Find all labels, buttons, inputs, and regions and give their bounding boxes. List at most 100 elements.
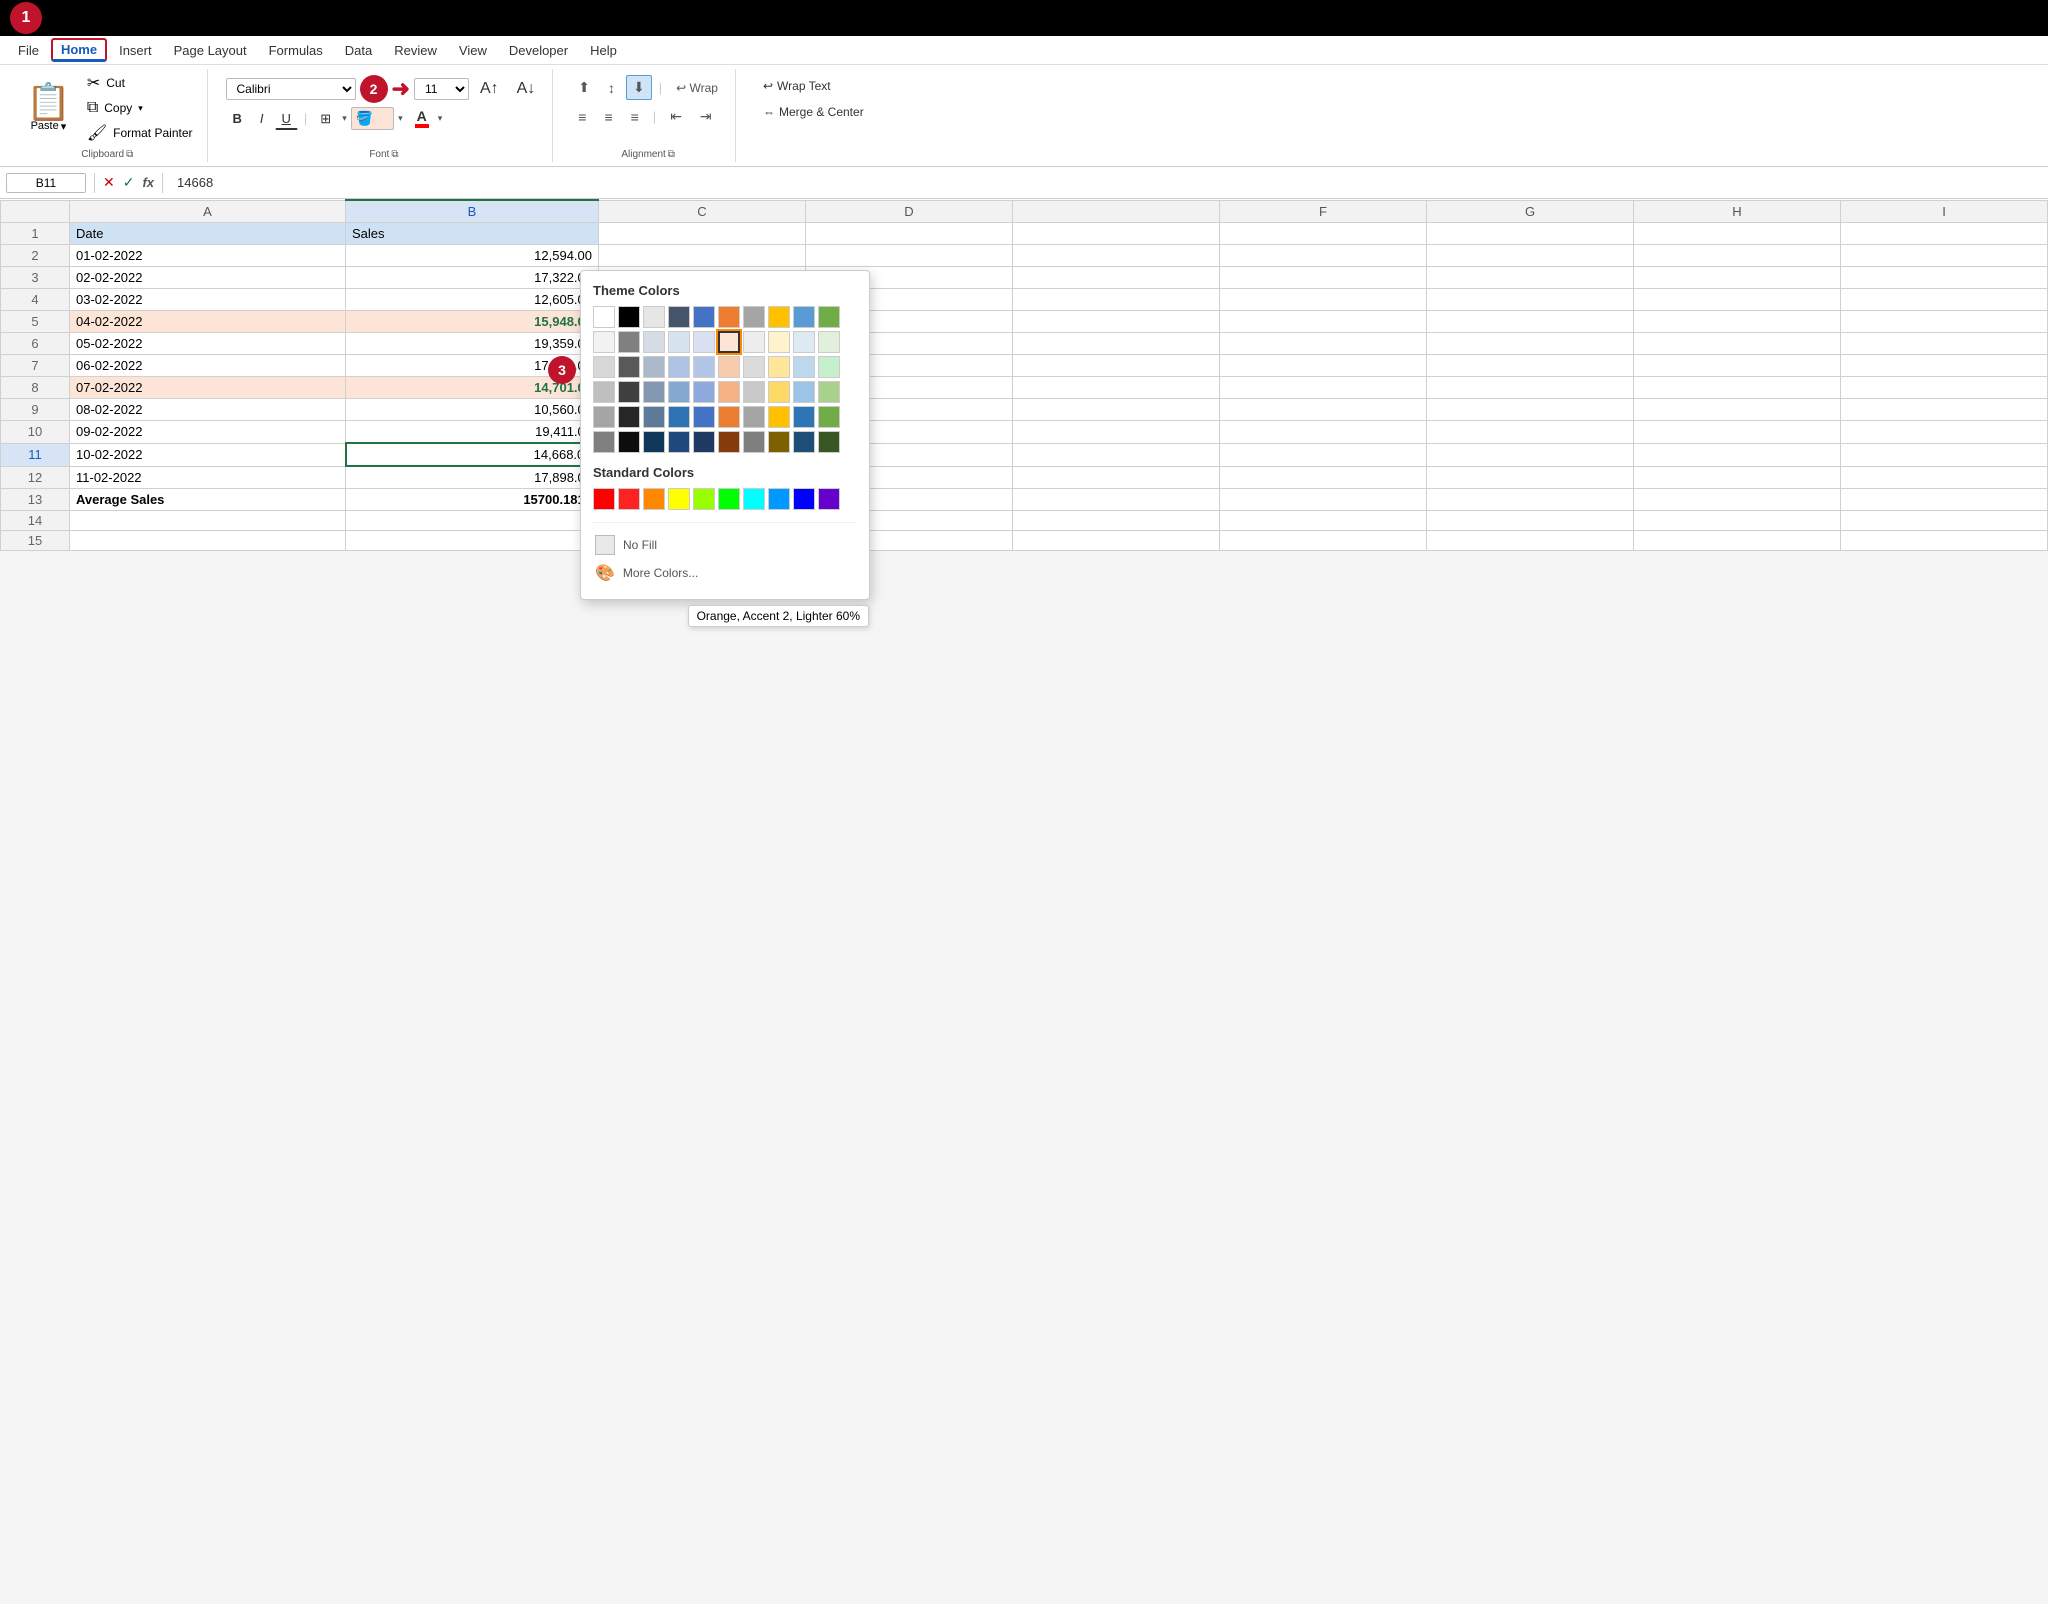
cell-B5[interactable]: 15,948.00 bbox=[346, 311, 599, 333]
col-header-F[interactable]: F bbox=[1220, 200, 1427, 223]
theme-swatch-1-5[interactable] bbox=[718, 331, 740, 353]
decrease-font-size-button[interactable]: A↓ bbox=[510, 77, 543, 101]
theme-swatch-0-7[interactable] bbox=[768, 306, 790, 328]
merge-center-btn[interactable]: ⇔ Merge & Center bbox=[754, 101, 873, 123]
menu-file[interactable]: File bbox=[8, 39, 49, 62]
theme-swatch-5-6[interactable] bbox=[743, 431, 765, 453]
cell-E5[interactable] bbox=[1013, 311, 1220, 333]
theme-swatch-1-8[interactable] bbox=[793, 331, 815, 353]
cell-A11[interactable]: 10-02-2022 bbox=[70, 443, 346, 466]
cell-A9[interactable]: 08-02-2022 bbox=[70, 399, 346, 421]
theme-swatch-2-2[interactable] bbox=[643, 356, 665, 378]
cell-E7[interactable] bbox=[1013, 355, 1220, 377]
theme-swatch-4-6[interactable] bbox=[743, 406, 765, 428]
increase-font-size-button[interactable]: A↑ bbox=[473, 77, 506, 101]
cell-A13[interactable]: Average Sales bbox=[70, 489, 346, 511]
align-middle-button[interactable]: ↕ bbox=[601, 76, 622, 100]
cell-F13[interactable] bbox=[1220, 489, 1427, 511]
alignment-expand-icon[interactable]: ⧉ bbox=[668, 149, 675, 160]
theme-swatch-4-8[interactable] bbox=[793, 406, 815, 428]
theme-swatch-0-0[interactable] bbox=[593, 306, 615, 328]
cell-G6[interactable] bbox=[1427, 333, 1634, 355]
border-dropdown[interactable]: ▾ bbox=[342, 113, 347, 124]
cell-G11[interactable] bbox=[1427, 443, 1634, 466]
cell-I2[interactable] bbox=[1841, 245, 2048, 267]
theme-swatch-2-7[interactable] bbox=[768, 356, 790, 378]
theme-swatch-3-9[interactable] bbox=[818, 381, 840, 403]
cell-G7[interactable] bbox=[1427, 355, 1634, 377]
copy-dropdown-arrow[interactable]: ▾ bbox=[138, 103, 143, 114]
std-color-0[interactable] bbox=[593, 488, 615, 510]
cell-G4[interactable] bbox=[1427, 289, 1634, 311]
theme-swatch-5-2[interactable] bbox=[643, 431, 665, 453]
cell-I11[interactable] bbox=[1841, 443, 2048, 466]
theme-swatch-3-5[interactable] bbox=[718, 381, 740, 403]
cell-E6[interactable] bbox=[1013, 333, 1220, 355]
theme-swatch-0-3[interactable] bbox=[668, 306, 690, 328]
cell-G12[interactable] bbox=[1427, 466, 1634, 489]
std-color-2[interactable] bbox=[643, 488, 665, 510]
cell-E10[interactable] bbox=[1013, 421, 1220, 444]
menu-home[interactable]: Home bbox=[51, 38, 107, 62]
theme-swatch-4-2[interactable] bbox=[643, 406, 665, 428]
cell-E8[interactable] bbox=[1013, 377, 1220, 399]
underline-button[interactable]: U bbox=[275, 108, 298, 130]
theme-swatch-1-0[interactable] bbox=[593, 331, 615, 353]
theme-swatch-4-0[interactable] bbox=[593, 406, 615, 428]
cell-E11[interactable] bbox=[1013, 443, 1220, 466]
theme-swatch-0-2[interactable] bbox=[643, 306, 665, 328]
cell-D1[interactable] bbox=[806, 223, 1013, 245]
theme-swatch-3-0[interactable] bbox=[593, 381, 615, 403]
theme-swatch-4-9[interactable] bbox=[818, 406, 840, 428]
cell-I13[interactable] bbox=[1841, 489, 2048, 511]
cell-I3[interactable] bbox=[1841, 267, 2048, 289]
font-expand-icon[interactable]: ⧉ bbox=[391, 149, 398, 160]
cell-B10[interactable]: 19,411.00 bbox=[346, 421, 599, 444]
cell-F5[interactable] bbox=[1220, 311, 1427, 333]
font-color-dropdown[interactable]: ▾ bbox=[438, 113, 443, 124]
menu-insert[interactable]: Insert bbox=[109, 39, 162, 62]
cell-F10[interactable] bbox=[1220, 421, 1427, 444]
theme-swatch-5-4[interactable] bbox=[693, 431, 715, 453]
cell-E14[interactable] bbox=[1013, 511, 1220, 531]
cell-B4[interactable]: 12,605.00 bbox=[346, 289, 599, 311]
cell-B1[interactable]: Sales bbox=[346, 223, 599, 245]
cancel-formula-icon[interactable]: ✕ bbox=[103, 174, 115, 191]
cell-A3[interactable]: 02-02-2022 bbox=[70, 267, 346, 289]
std-color-8[interactable] bbox=[793, 488, 815, 510]
cell-I12[interactable] bbox=[1841, 466, 2048, 489]
col-header-H[interactable]: H bbox=[1634, 200, 1841, 223]
cell-G15[interactable] bbox=[1427, 531, 1634, 551]
increase-indent-button[interactable]: ⇥ bbox=[693, 104, 719, 129]
std-color-5[interactable] bbox=[718, 488, 740, 510]
cell-B11[interactable]: 14,668.00 bbox=[346, 443, 599, 466]
std-color-9[interactable] bbox=[818, 488, 840, 510]
cell-F2[interactable] bbox=[1220, 245, 1427, 267]
formula-input[interactable] bbox=[171, 173, 2042, 192]
theme-swatch-2-5[interactable] bbox=[718, 356, 740, 378]
cell-B14[interactable] bbox=[346, 511, 599, 531]
cell-E3[interactable] bbox=[1013, 267, 1220, 289]
theme-swatch-5-9[interactable] bbox=[818, 431, 840, 453]
theme-swatch-4-3[interactable] bbox=[668, 406, 690, 428]
cell-F9[interactable] bbox=[1220, 399, 1427, 421]
menu-developer[interactable]: Developer bbox=[499, 39, 578, 62]
theme-swatch-2-4[interactable] bbox=[693, 356, 715, 378]
cell-H2[interactable] bbox=[1634, 245, 1841, 267]
cell-I10[interactable] bbox=[1841, 421, 2048, 444]
cell-H14[interactable] bbox=[1634, 511, 1841, 531]
theme-swatch-4-4[interactable] bbox=[693, 406, 715, 428]
cell-H7[interactable] bbox=[1634, 355, 1841, 377]
clipboard-expand-icon[interactable]: ⧉ bbox=[126, 149, 133, 160]
cell-B9[interactable]: 10,560.00 bbox=[346, 399, 599, 421]
cell-G3[interactable] bbox=[1427, 267, 1634, 289]
theme-swatch-2-6[interactable] bbox=[743, 356, 765, 378]
cell-I1[interactable] bbox=[1841, 223, 2048, 245]
menu-page-layout[interactable]: Page Layout bbox=[164, 39, 257, 62]
theme-swatch-1-4[interactable] bbox=[693, 331, 715, 353]
cell-A1[interactable]: Date bbox=[70, 223, 346, 245]
menu-review[interactable]: Review bbox=[384, 39, 447, 62]
col-header-G[interactable]: G bbox=[1427, 200, 1634, 223]
cell-E12[interactable] bbox=[1013, 466, 1220, 489]
name-box[interactable] bbox=[6, 173, 86, 193]
